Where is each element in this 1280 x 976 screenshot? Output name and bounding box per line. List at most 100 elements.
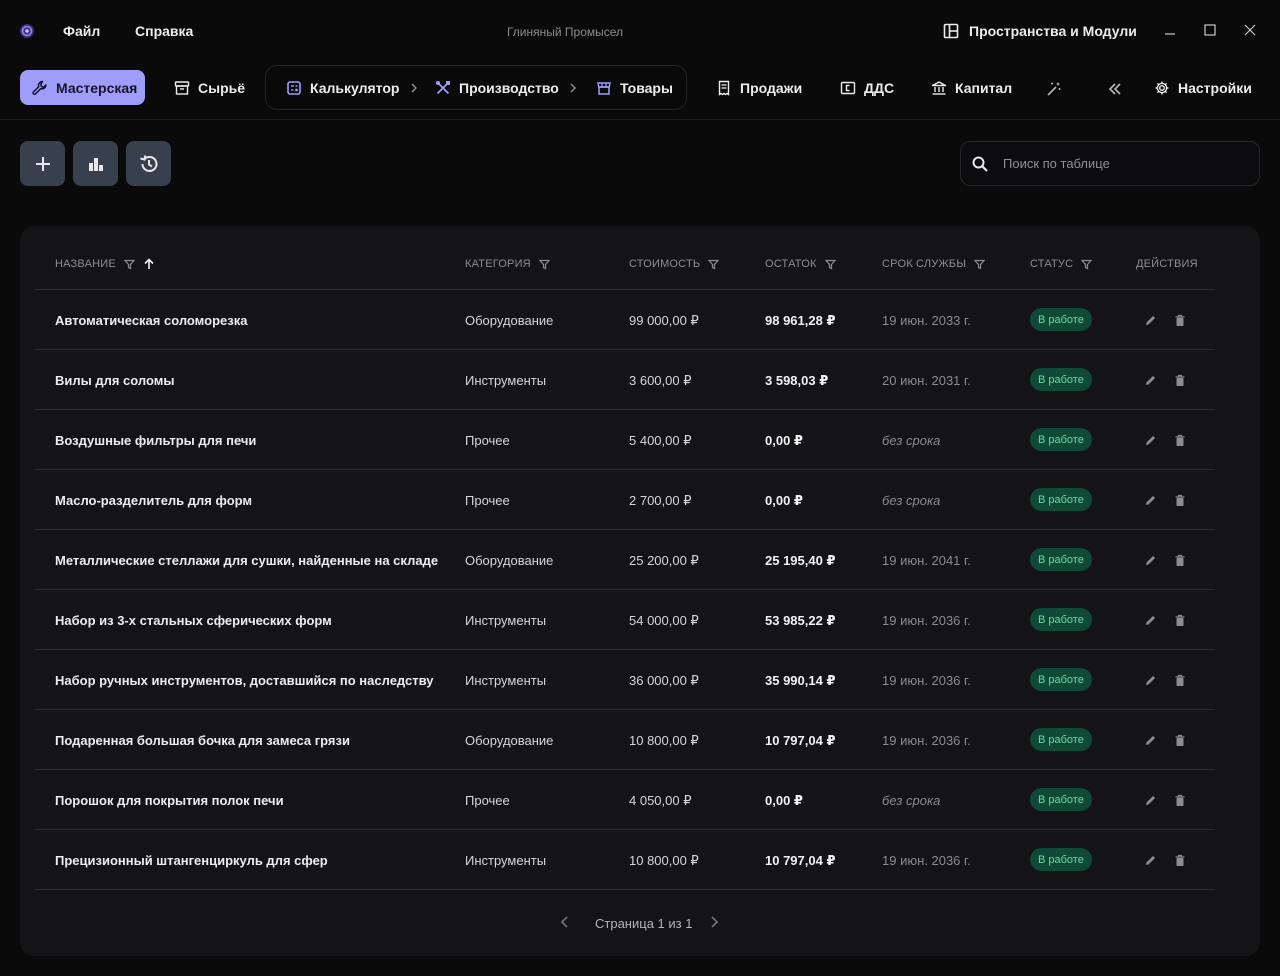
asset-category: Прочее <box>465 793 510 808</box>
filter-icon[interactable] <box>123 259 135 270</box>
delete-icon[interactable] <box>1172 852 1188 868</box>
column-header-rest[interactable]: ОСТАТОК <box>765 258 836 270</box>
table-row[interactable]: Вилы для соломы Инструменты 3 600,00 ₽ 3 59… <box>35 350 1215 410</box>
asset-cost: 99 000,00 ₽ <box>629 313 699 328</box>
table-row[interactable]: Прецизионный штангенциркуль для сфер Инст… <box>35 830 1215 890</box>
nav-dds[interactable]: ДДС <box>828 70 906 105</box>
bar-chart-icon <box>87 155 105 173</box>
delete-icon[interactable] <box>1172 372 1188 388</box>
asset-category: Прочее <box>465 493 510 508</box>
delete-icon[interactable] <box>1172 432 1188 448</box>
maximize-icon[interactable] <box>1200 20 1220 40</box>
delete-icon[interactable] <box>1172 732 1188 748</box>
asset-name: Автоматическая соломорезка <box>55 313 248 328</box>
status-badge: В работе <box>1030 608 1092 631</box>
edit-icon[interactable] <box>1142 732 1158 748</box>
plus-icon <box>34 155 52 173</box>
filter-icon[interactable] <box>974 259 986 270</box>
minimize-icon[interactable] <box>1160 20 1180 40</box>
table-row[interactable]: Набор ручных инструментов, доставшийся п… <box>35 650 1215 710</box>
asset-name: Подаренная большая бочка для замеса гряз… <box>55 733 350 748</box>
gear-icon <box>1154 80 1170 96</box>
filter-icon[interactable] <box>1081 259 1093 270</box>
column-header-status[interactable]: СТАТУС <box>1030 258 1093 270</box>
table-row[interactable]: Масло-разделитель для форм Прочее 2 700,00… <box>35 470 1215 530</box>
filter-icon[interactable] <box>708 259 720 270</box>
edit-icon[interactable] <box>1142 372 1158 388</box>
asset-category: Прочее <box>465 433 510 448</box>
magic-wand-icon[interactable] <box>1046 81 1062 97</box>
edit-icon[interactable] <box>1142 432 1158 448</box>
asset-cost: 3 600,00 ₽ <box>629 373 692 388</box>
delete-icon[interactable] <box>1172 552 1188 568</box>
edit-icon[interactable] <box>1142 852 1158 868</box>
asset-remaining: 25 195,40 ₽ <box>765 553 836 568</box>
previous-page-icon[interactable] <box>557 914 573 930</box>
asset-service-life: 19 июн. 2036 г. <box>882 853 971 868</box>
edit-icon[interactable] <box>1142 612 1158 628</box>
close-icon[interactable] <box>1240 20 1260 40</box>
nav-production[interactable]: Производство <box>423 70 571 105</box>
delete-icon[interactable] <box>1172 492 1188 508</box>
search-icon <box>971 155 989 173</box>
tools-icon <box>435 80 451 96</box>
asset-cost: 2 700,00 ₽ <box>629 493 692 508</box>
filter-icon[interactable] <box>538 259 550 270</box>
asset-category: Оборудование <box>465 553 554 568</box>
delete-icon[interactable] <box>1172 312 1188 328</box>
table-row[interactable]: Металлические стеллажи для сушки, найден… <box>35 530 1215 590</box>
delete-icon[interactable] <box>1172 792 1188 808</box>
status-badge: В работе <box>1030 728 1092 751</box>
asset-remaining: 10 797,04 ₽ <box>765 853 836 868</box>
edit-icon[interactable] <box>1142 492 1158 508</box>
add-button[interactable] <box>20 141 65 186</box>
spaces-and-modules-button[interactable]: Пространства и Модули <box>943 21 1137 41</box>
stats-button[interactable] <box>73 141 118 186</box>
nav-goods[interactable]: Товары <box>584 70 685 105</box>
column-header-life[interactable]: СРОК СЛУЖБЫ <box>882 258 986 270</box>
status-badge: В работе <box>1030 308 1092 331</box>
next-page-icon[interactable] <box>706 914 722 930</box>
nav-raw[interactable]: Сырьё <box>162 70 257 105</box>
asset-remaining: 0,00 ₽ <box>765 433 803 448</box>
nav-sales[interactable]: Продажи <box>704 70 814 105</box>
asset-cost: 54 000,00 ₽ <box>629 613 699 628</box>
column-header-name[interactable]: НАЗВАНИЕ <box>55 258 155 270</box>
asset-cost: 4 050,00 ₽ <box>629 793 692 808</box>
status-badge: В работе <box>1030 848 1092 871</box>
chevron-right-icon <box>409 82 419 94</box>
history-button[interactable] <box>126 141 171 186</box>
sort-ascending-icon[interactable] <box>143 258 155 270</box>
table-row[interactable]: Порошок для покрытия полок печи Прочее 4 0… <box>35 770 1215 830</box>
table-row[interactable]: Набор из 3-х стальных сферических форм Ин… <box>35 590 1215 650</box>
asset-cost: 10 800,00 ₽ <box>629 733 699 748</box>
table-search <box>960 141 1260 186</box>
edit-icon[interactable] <box>1142 312 1158 328</box>
column-header-category[interactable]: КАТЕГОРИЯ <box>465 258 550 270</box>
nav-calculator[interactable]: Калькулятор <box>274 70 411 105</box>
asset-category: Инструменты <box>465 673 547 688</box>
status-badge: В работе <box>1030 548 1092 571</box>
search-input[interactable] <box>1003 156 1233 171</box>
chevron-right-icon <box>568 82 578 94</box>
receipt-icon <box>716 80 732 96</box>
status-badge: В работе <box>1030 368 1092 391</box>
table-row[interactable]: Автоматическая соломорезка Оборудование 99… <box>35 290 1215 350</box>
nav-capital[interactable]: Капитал <box>919 70 1024 105</box>
nav-workshop[interactable]: Мастерская <box>20 70 145 105</box>
edit-icon[interactable] <box>1142 552 1158 568</box>
collapse-double-chevron-icon[interactable] <box>1107 81 1123 97</box>
nav-settings[interactable]: Настройки <box>1142 70 1264 105</box>
table-row[interactable]: Подаренная большая бочка для замеса гряз… <box>35 710 1215 770</box>
filter-icon[interactable] <box>824 259 836 270</box>
edit-icon[interactable] <box>1142 792 1158 808</box>
delete-icon[interactable] <box>1172 612 1188 628</box>
delete-icon[interactable] <box>1172 672 1188 688</box>
main-nav: Мастерская Сырьё Калькулятор Производств… <box>0 62 1280 120</box>
edit-icon[interactable] <box>1142 672 1158 688</box>
column-header-cost[interactable]: СТОИМОСТЬ <box>629 258 720 270</box>
title-bar: Файл Справка Глиняный Промысел Пространс… <box>0 0 1280 62</box>
spaces-label: Пространства и Модули <box>969 23 1137 39</box>
table-row[interactable]: Воздушные фильтры для печи Прочее 5 400,00… <box>35 410 1215 470</box>
column-header-label: ДЕЙСТВИЯ <box>1136 258 1198 270</box>
